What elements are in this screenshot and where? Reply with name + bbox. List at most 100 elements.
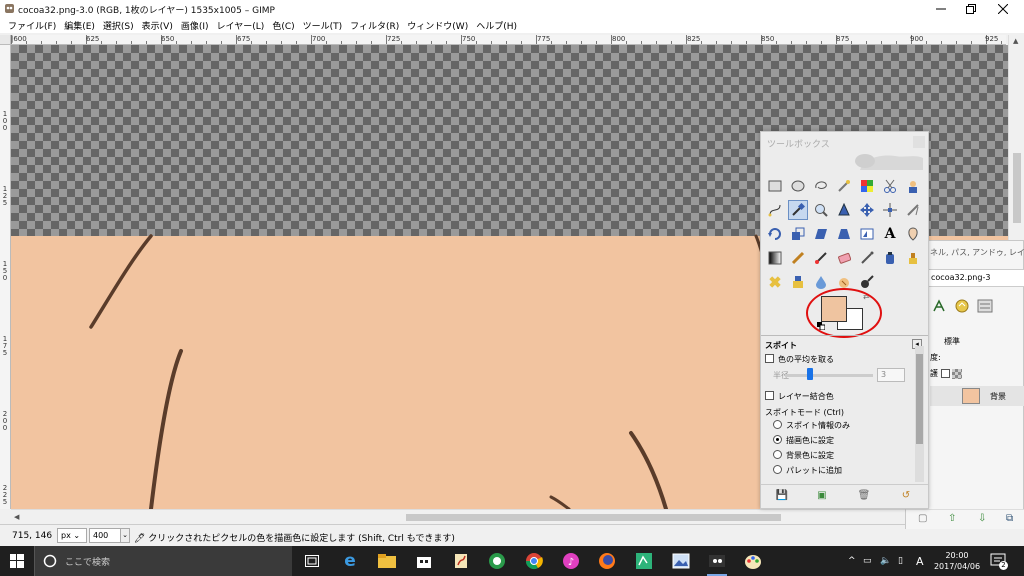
taskbar-clock[interactable]: 20:00 2017/04/06 <box>932 550 982 572</box>
photos-icon[interactable] <box>670 550 692 572</box>
lower-layer-icon[interactable]: ⇩ <box>978 513 986 524</box>
fuzzy-select-icon[interactable] <box>834 176 854 196</box>
zoom-dropdown-button[interactable]: ⌄ <box>120 528 130 543</box>
color-picker-icon[interactable] <box>788 200 808 220</box>
ellipse-select-icon[interactable] <box>788 176 808 196</box>
save-options-icon[interactable]: 💾 <box>775 489 789 503</box>
delete-options-icon[interactable]: 🗑 <box>857 489 871 503</box>
paintbrush-icon[interactable] <box>811 248 831 268</box>
horizontal-scrollbar[interactable]: ◀ <box>11 509 1008 524</box>
image-editor-icon[interactable] <box>633 550 655 572</box>
action-center-button[interactable]: 2 <box>990 552 1008 570</box>
vertical-scroll-thumb[interactable] <box>1013 153 1021 223</box>
store-icon[interactable] <box>413 550 435 572</box>
scissors-select-icon[interactable] <box>880 176 900 196</box>
ink-icon[interactable] <box>880 248 900 268</box>
rect-select-icon[interactable] <box>765 176 785 196</box>
menu-image[interactable]: 画像(I) <box>177 17 213 33</box>
menu-layer[interactable]: レイヤー(L) <box>213 17 269 33</box>
sample-average-checkbox[interactable] <box>765 354 774 363</box>
pencil-icon[interactable] <box>788 248 808 268</box>
file-explorer-icon[interactable] <box>376 550 398 572</box>
dodge-burn-icon[interactable] <box>857 272 877 292</box>
cage-transform-icon[interactable] <box>903 224 923 244</box>
rotate-icon[interactable] <box>765 224 785 244</box>
options-scrollbar[interactable] <box>915 346 924 482</box>
paint-app-icon[interactable] <box>742 550 764 572</box>
lock-alpha-icon[interactable] <box>952 368 963 379</box>
minimize-button[interactable] <box>926 0 956 17</box>
network-icon[interactable]: ▭ <box>863 546 872 576</box>
heal-icon[interactable] <box>765 272 785 292</box>
alignment-icon[interactable] <box>880 200 900 220</box>
menu-tools[interactable]: ツール(T) <box>299 17 347 33</box>
radius-slider[interactable] <box>785 374 873 377</box>
options-scroll-thumb[interactable] <box>916 354 923 444</box>
move-icon[interactable] <box>857 200 877 220</box>
reset-options-icon[interactable]: ↺ <box>899 489 913 503</box>
menu-view[interactable]: 表示(V) <box>138 17 177 33</box>
menu-help[interactable]: ヘルプ(H) <box>472 17 521 33</box>
start-button[interactable] <box>0 546 34 576</box>
volume-icon[interactable]: 🔈 <box>880 546 891 576</box>
tray-overflow-icon[interactable]: ^ <box>848 546 856 576</box>
wilber-drop-area[interactable] <box>765 152 925 172</box>
new-layer-icon[interactable]: ▢ <box>918 513 927 524</box>
free-select-icon[interactable] <box>811 176 831 196</box>
mode-pick-only-radio[interactable] <box>773 420 782 429</box>
menu-edit[interactable]: 編集(E) <box>60 17 99 33</box>
frontpage-icon[interactable] <box>486 550 508 572</box>
text-icon[interactable]: A <box>880 224 900 244</box>
menu-filters[interactable]: フィルタ(R) <box>346 17 403 33</box>
taskbar-search[interactable]: ここで検索 <box>34 546 292 576</box>
restore-options-icon[interactable]: ▣ <box>815 489 829 503</box>
crop-icon[interactable] <box>903 200 923 220</box>
radius-slider-thumb[interactable] <box>807 368 813 380</box>
sample-merged-checkbox[interactable] <box>765 391 774 400</box>
scroll-up-icon[interactable]: ▲ <box>1013 37 1018 45</box>
shear-icon[interactable] <box>811 224 831 244</box>
firefox-icon[interactable] <box>596 550 618 572</box>
menu-colors[interactable]: 色(C) <box>268 17 298 33</box>
mode-set-background-radio[interactable] <box>773 450 782 459</box>
blend-icon[interactable] <box>765 248 785 268</box>
eraser-icon[interactable] <box>834 248 854 268</box>
measure-icon[interactable] <box>834 200 854 220</box>
lock-pixels-checkbox[interactable] <box>940 369 950 378</box>
select-by-color-icon[interactable] <box>857 176 877 196</box>
mode-add-palette-radio[interactable] <box>773 465 782 474</box>
scroll-left-icon[interactable]: ◀ <box>14 513 19 521</box>
raise-layer-icon[interactable]: ⇧ <box>948 513 956 524</box>
horizontal-scroll-thumb[interactable] <box>406 514 781 521</box>
menu-file[interactable]: ファイル(F) <box>4 17 60 33</box>
toolbox-close-button[interactable] <box>913 136 925 148</box>
clone-icon[interactable] <box>903 248 923 268</box>
flip-icon[interactable] <box>857 224 877 244</box>
duplicate-layer-icon[interactable]: ⧉ <box>1006 513 1013 524</box>
itunes-icon[interactable]: ♪ <box>560 550 582 572</box>
gimp-taskbar-icon[interactable] <box>706 550 728 576</box>
foreground-select-icon[interactable] <box>903 176 923 196</box>
chrome-icon[interactable] <box>523 550 545 572</box>
menu-windows[interactable]: ウィンドウ(W) <box>403 17 472 33</box>
edge-icon[interactable]: e <box>339 550 361 572</box>
close-button[interactable] <box>988 0 1018 17</box>
script-app-icon[interactable] <box>450 550 472 572</box>
blur-icon[interactable] <box>811 272 831 292</box>
paths-icon[interactable] <box>765 200 785 220</box>
scale-icon[interactable] <box>788 224 808 244</box>
ime-indicator[interactable]: A <box>916 546 924 576</box>
layer-mode-select[interactable]: 標準 <box>944 336 960 347</box>
menu-select[interactable]: 選択(S) <box>99 17 138 33</box>
task-view-icon[interactable] <box>301 550 323 572</box>
layer-row[interactable]: 背景 <box>930 386 1024 406</box>
airbrush-icon[interactable] <box>857 248 877 268</box>
perspective-icon[interactable] <box>834 224 854 244</box>
mode-set-foreground-radio[interactable] <box>773 435 782 444</box>
perspective-clone-icon[interactable] <box>788 272 808 292</box>
zoom-icon[interactable] <box>811 200 831 220</box>
unit-select[interactable]: px ⌄ <box>57 528 87 543</box>
radius-spinbox[interactable]: 3 <box>877 368 905 382</box>
battery-icon[interactable]: ▯ <box>898 546 903 576</box>
maximize-button[interactable] <box>956 0 986 17</box>
